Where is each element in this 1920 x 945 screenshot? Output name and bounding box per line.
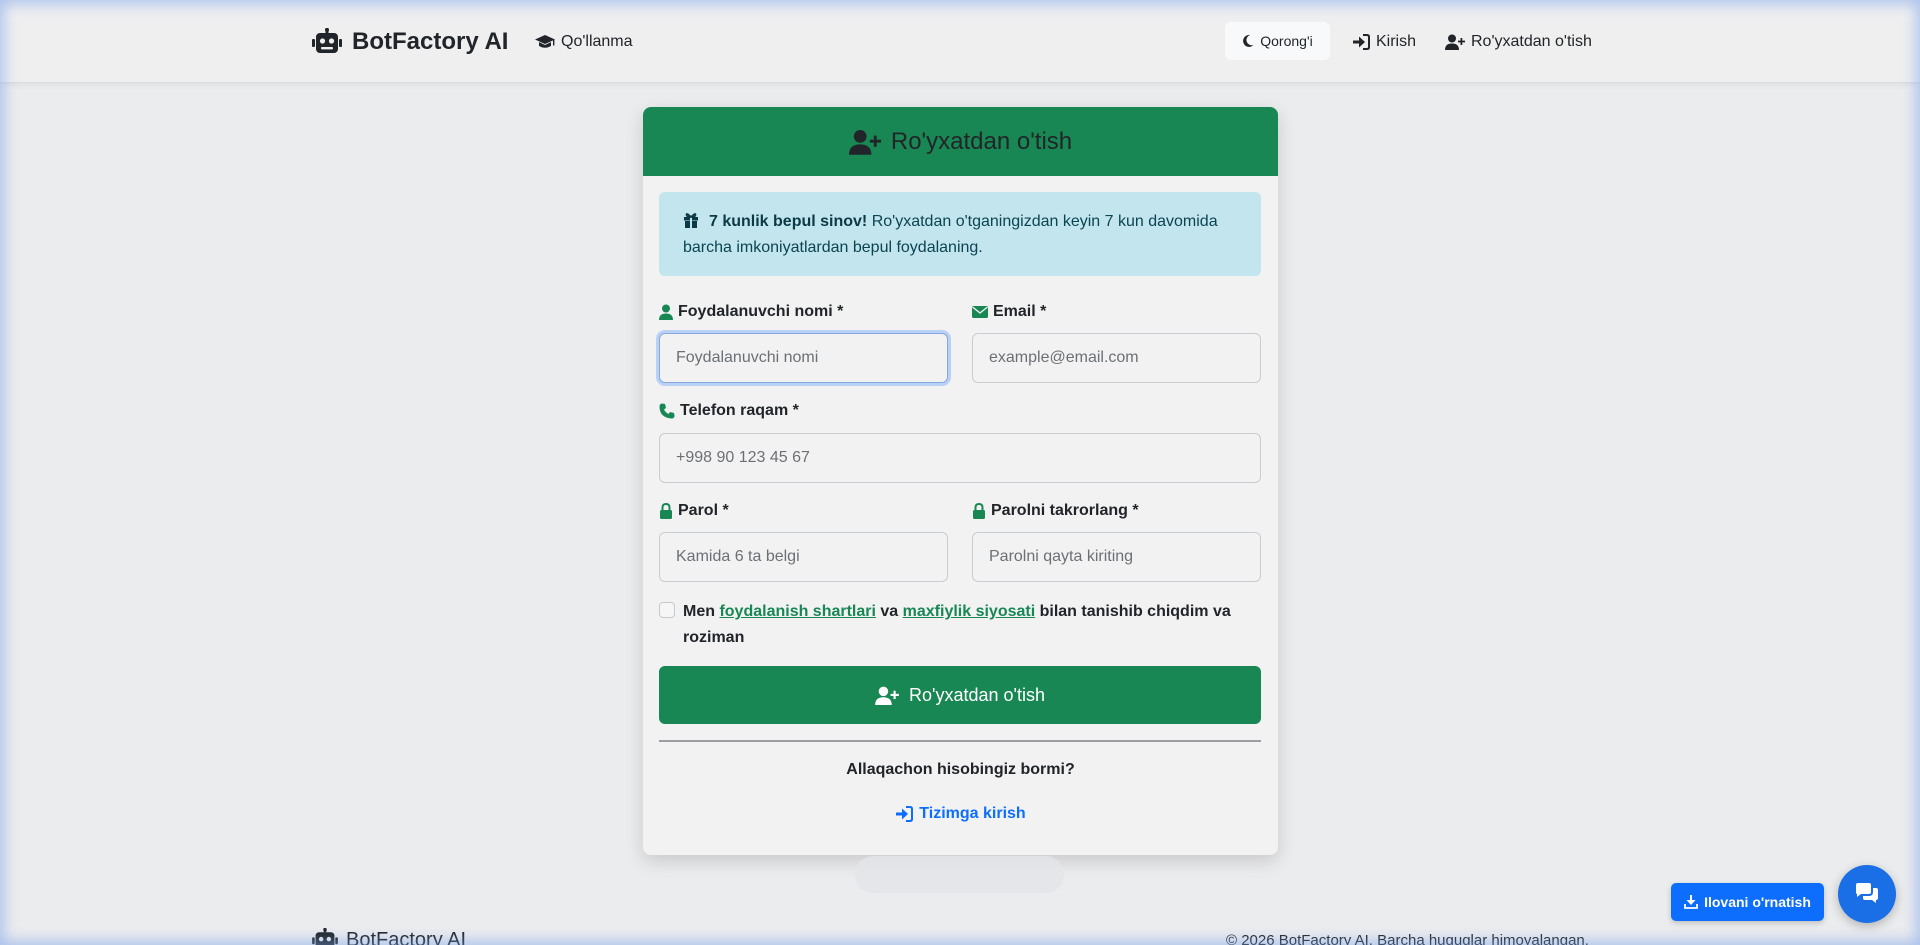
register-card: Ro'yxatdan o'tish 7 kunlik bepul sinov! … xyxy=(643,107,1278,855)
terms-of-use-link[interactable]: foydalanish shartlari xyxy=(719,603,876,620)
comments-icon xyxy=(1854,883,1880,905)
terms-checkbox[interactable] xyxy=(659,602,675,618)
user-plus-icon xyxy=(848,129,881,155)
footer-copyright: © 2026 BotFactory AI. Barcha huquqlar hi… xyxy=(1226,932,1589,945)
toast-placeholder xyxy=(855,856,1064,893)
nav-guide-link[interactable]: Qo'llanma xyxy=(535,28,633,56)
nav-register-label: Ro'yxatdan o'tish xyxy=(1471,33,1592,50)
username-input[interactable] xyxy=(659,333,948,383)
register-submit-label: Ro'yxatdan o'tish xyxy=(909,684,1045,705)
user-plus-icon xyxy=(875,686,899,705)
graduation-cap-icon xyxy=(535,34,555,50)
moon-icon xyxy=(1242,34,1254,48)
gift-icon xyxy=(683,212,699,228)
password-input[interactable] xyxy=(659,532,948,582)
footer-brand-name: BotFactory AI xyxy=(346,928,467,945)
brand-name: BotFactory AI xyxy=(352,28,509,55)
password-confirm-label: Parolni takrorlang * xyxy=(972,502,1139,520)
user-icon xyxy=(659,304,673,320)
phone-icon xyxy=(659,403,675,419)
phone-input[interactable] xyxy=(659,433,1261,483)
terms-middle: va xyxy=(875,603,903,620)
install-app-button[interactable]: Ilovani o'rnatish xyxy=(1671,883,1824,921)
login-link[interactable]: Tizimga kirish xyxy=(643,805,1278,823)
brand-logo-link[interactable]: BotFactory AI xyxy=(312,26,508,58)
login-link-label: Tizimga kirish xyxy=(919,805,1026,822)
nav-login-link[interactable]: Kirish xyxy=(1352,28,1416,56)
register-submit-button[interactable]: Ro'yxatdan o'tish xyxy=(659,666,1261,724)
robot-icon xyxy=(312,28,342,56)
trial-alert-strong: 7 kunlik bepul sinov! xyxy=(709,213,868,230)
phone-label-text: Telefon raqam * xyxy=(680,402,799,419)
password-label: Parol * xyxy=(659,502,729,520)
nav-guide-label: Qo'llanma xyxy=(561,33,633,50)
username-label-text: Foydalanuvchi nomi * xyxy=(678,303,844,320)
nav-register-link[interactable]: Ro'yxatdan o'tish xyxy=(1445,28,1592,56)
footer-brand: BotFactory AI xyxy=(312,928,466,945)
privacy-policy-link[interactable]: maxfiylik siyosati xyxy=(903,603,1036,620)
terms-prefix: Men xyxy=(683,603,720,620)
already-have-account-text: Allaqachon hisobingiz bormi? xyxy=(846,761,1075,778)
terms-label: Men foydalanish shartlari va maxfiylik s… xyxy=(683,599,1258,651)
password-confirm-input[interactable] xyxy=(972,532,1261,582)
theme-toggle-label: Qorong'i xyxy=(1260,33,1313,49)
card-header: Ro'yxatdan o'tish xyxy=(643,107,1278,176)
divider xyxy=(659,740,1261,742)
robot-icon xyxy=(312,928,338,945)
card-title: Ro'yxatdan o'tish xyxy=(890,127,1073,155)
lock-icon xyxy=(659,503,673,519)
navbar: BotFactory AI Qo'llanma Qorong'i Kirish … xyxy=(0,0,1920,83)
phone-label: Telefon raqam * xyxy=(659,402,799,420)
sign-in-icon xyxy=(1352,34,1370,50)
install-app-label: Ilovani o'rnatish xyxy=(1704,894,1811,910)
download-icon xyxy=(1684,895,1698,909)
password-confirm-label-text: Parolni takrorlang * xyxy=(991,502,1139,519)
nav-login-label: Kirish xyxy=(1376,33,1417,50)
email-label: Email * xyxy=(972,303,1046,321)
password-label-text: Parol * xyxy=(678,502,729,519)
user-plus-icon xyxy=(1445,34,1465,50)
theme-toggle-button[interactable]: Qorong'i xyxy=(1225,22,1330,60)
sign-in-icon xyxy=(895,806,914,822)
username-label: Foydalanuvchi nomi * xyxy=(659,303,843,321)
email-input[interactable] xyxy=(972,333,1261,383)
chat-widget-button[interactable] xyxy=(1838,865,1896,923)
email-label-text: Email * xyxy=(993,303,1047,320)
envelope-icon xyxy=(972,306,988,318)
trial-alert: 7 kunlik bepul sinov! Ro'yxatdan o'tgani… xyxy=(659,192,1261,276)
lock-icon xyxy=(972,503,986,519)
